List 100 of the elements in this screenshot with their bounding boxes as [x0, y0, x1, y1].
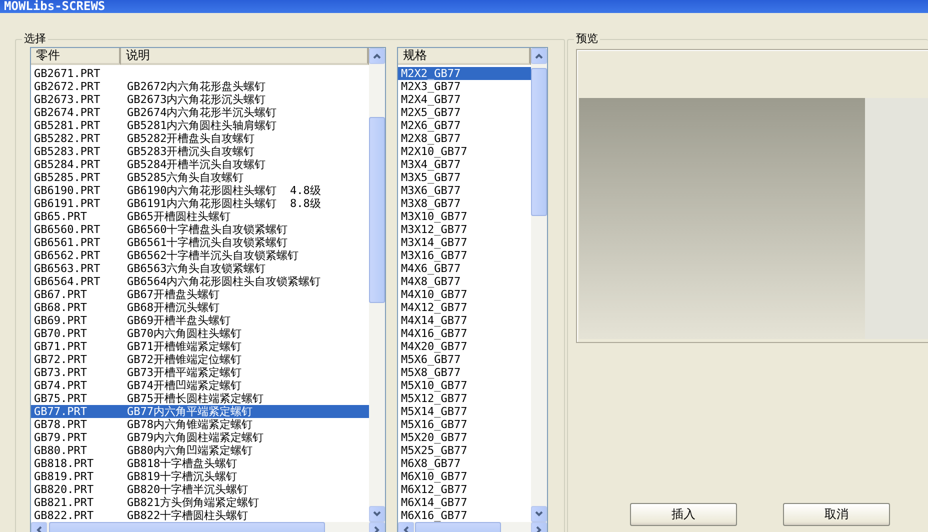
spec-item[interactable]: M3X4_GB77 [398, 158, 531, 171]
table-row[interactable]: GB6563.PRT GB6563六角头自攻锁紧螺钉 [31, 262, 369, 275]
table-row[interactable]: GB6562.PRT GB6562十字槽半沉头自攻锁紧螺钉 [31, 249, 369, 262]
table-row[interactable]: GB71.PRT GB71开槽锥端紧定螺钉 [31, 340, 369, 353]
table-row[interactable]: GB69.PRT GB69开槽半盘头螺钉 [31, 314, 369, 327]
dialog-button[interactable]: 取消 [783, 503, 890, 526]
part-cell-text: GB5281.PRT [34, 119, 102, 132]
spec-item[interactable]: M3X8_GB77 [398, 197, 531, 210]
horizontal-scrollbar[interactable] [398, 522, 547, 532]
spec-item[interactable]: M2X10_GB77 [398, 145, 531, 158]
table-row[interactable]: GB819.PRT GB819十字槽沉头螺钉 [31, 470, 369, 483]
table-row[interactable]: GB70.PRT GB70内六角圆柱头螺钉 [31, 327, 369, 340]
table-row[interactable]: GB5285.PRT GB5285六角头自攻螺钉 [31, 171, 369, 184]
spec-item[interactable]: M4X12_GB77 [398, 301, 531, 314]
spec-item[interactable]: M3X14_GB77 [398, 236, 531, 249]
spec-item[interactable]: M4X16_GB77 [398, 327, 531, 340]
spec-item[interactable]: M5X12_GB77 [398, 392, 531, 405]
spec-item[interactable]: M4X14_GB77 [398, 314, 531, 327]
description-cell: GB6562十字槽半沉头自攻锁紧螺钉 [127, 249, 299, 262]
dialog-button[interactable]: 插入 [630, 503, 737, 526]
spec-item[interactable]: M2X6_GB77 [398, 119, 531, 132]
spec-item[interactable]: M5X8_GB77 [398, 366, 531, 379]
description-cell: GB5282开槽盘头自攻螺钉 [127, 132, 255, 145]
spec-item[interactable]: M6X16_GB77 [398, 509, 531, 522]
spec-item[interactable]: M5X10_GB77 [398, 379, 531, 392]
table-row[interactable]: GB68.PRT GB68开槽沉头螺钉 [31, 301, 369, 314]
description-cell: GB821方头倒角端紧定螺钉 [127, 496, 260, 509]
part-cell-text: GB73.PRT [34, 366, 88, 379]
spec-item[interactable]: M3X12_GB77 [398, 223, 531, 236]
column-header[interactable]: 规格 [398, 48, 531, 65]
horizontal-scrollbar[interactable] [31, 522, 385, 532]
table-row[interactable]: GB67.PRT GB67开槽盘头螺钉 [31, 288, 369, 301]
table-row[interactable]: GB79.PRT GB79内六角圆柱端紧定螺钉 [31, 431, 369, 444]
column-header[interactable]: 零件 [31, 48, 121, 65]
table-row[interactable]: GB65.PRT GB65开槽圆柱头螺钉 [31, 210, 369, 223]
table-row[interactable]: GB5282.PRT GB5282开槽盘头自攻螺钉 [31, 132, 369, 145]
description-cell: GB78内六角锥端紧定螺钉 [127, 418, 252, 431]
spec-item[interactable]: M6X14_GB77 [398, 496, 531, 509]
description-cell: GB822十字槽圆柱头螺钉 [127, 509, 248, 522]
table-row[interactable]: GB2672.PRT GB2672内六角花形盘头螺钉 [31, 80, 369, 93]
vertical-scrollbar[interactable] [369, 48, 385, 522]
table-row[interactable]: GB818.PRT GB818十字槽盘头螺钉 [31, 457, 369, 470]
table-row[interactable]: GB75.PRT GB75开槽长圆柱端紧定螺钉 [31, 392, 369, 405]
table-row[interactable]: GB5284.PRT GB5284开槽半沉头自攻螺钉 [31, 158, 369, 171]
table-row[interactable]: GB821.PRT GB821方头倒角端紧定螺钉 [31, 496, 369, 509]
part-cell-text: GB70.PRT [34, 327, 88, 340]
table-row[interactable]: GB78.PRT GB78内六角锥端紧定螺钉 [31, 418, 369, 431]
table-row[interactable]: GB6564.PRT GB6564内六角花形圆柱头自攻锁紧螺钉 [31, 275, 369, 288]
part-cell-text: GB78.PRT [34, 418, 88, 431]
spec-item[interactable]: M2X3_GB77 [398, 80, 531, 93]
table-row[interactable]: GB2671.PRT [31, 67, 369, 80]
table-row[interactable]: GB5281.PRT GB5281内六角圆柱头轴肩螺钉 [31, 119, 369, 132]
table-row[interactable]: GB5283.PRT GB5283开槽沉头自攻螺钉 [31, 145, 369, 158]
table-row[interactable]: GB80.PRT GB80内六角凹端紧定螺钉 [31, 444, 369, 457]
description-cell: GB75开槽长圆柱端紧定螺钉 [127, 392, 264, 405]
table-row[interactable]: GB74.PRT GB74开槽凹端紧定螺钉 [31, 379, 369, 392]
description-cell: GB5284开槽半沉头自攻螺钉 [127, 158, 266, 171]
table-row[interactable]: GB6190.PRT GB6190内六角花形圆柱头螺钉 4.8级 [31, 184, 369, 197]
spec-item[interactable]: M3X16_GB77 [398, 249, 531, 262]
part-cell-text: GB72.PRT [34, 353, 88, 366]
spec-item[interactable]: M4X6_GB77 [398, 262, 531, 275]
spec-item[interactable]: M6X10_GB77 [398, 470, 531, 483]
part-cell-text: GB80.PRT [34, 444, 88, 457]
vertical-scrollbar[interactable] [531, 48, 547, 522]
spec-item[interactable]: M4X8_GB77 [398, 275, 531, 288]
spec-item[interactable]: M6X8_GB77 [398, 457, 531, 470]
spec-item[interactable]: M2X8_GB77 [398, 132, 531, 145]
table-row[interactable]: GB2673.PRT GB2673内六角花形沉头螺钉 [31, 93, 369, 106]
table-row[interactable]: GB73.PRT GB73开槽平端紧定螺钉 [31, 366, 369, 379]
table-row[interactable]: GB822.PRT GB822十字槽圆柱头螺钉 [31, 509, 369, 522]
spec-item[interactable]: M4X20_GB77 [398, 340, 531, 353]
table-row[interactable]: GB77.PRT GB77内六角平端紧定螺钉 [31, 405, 369, 418]
table-row[interactable]: GB820.PRT GB820十字槽半沉头螺钉 [31, 483, 369, 496]
description-cell: GB71开槽锥端紧定螺钉 [127, 340, 242, 353]
spec-item[interactable]: M3X10_GB77 [398, 210, 531, 223]
column-header[interactable]: 说明 [121, 48, 369, 65]
spec-item[interactable]: M2X2_GB77 [398, 67, 531, 80]
description-cell: GB6561十字槽沉头自攻锁紧螺钉 [127, 236, 288, 249]
spec-item[interactable]: M2X4_GB77 [398, 93, 531, 106]
table-row[interactable]: GB6191.PRT GB6191内六角花形圆柱头螺钉 8.8级 [31, 197, 369, 210]
spec-item[interactable]: M5X25_GB77 [398, 444, 531, 457]
spec-item[interactable]: M3X5_GB77 [398, 171, 531, 184]
description-cell: GB5283开槽沉头自攻螺钉 [127, 145, 255, 158]
part-cell-text: GB819.PRT [34, 470, 95, 483]
spec-item[interactable]: M5X6_GB77 [398, 353, 531, 366]
table-row[interactable]: GB6560.PRT GB6560十字槽盘头自攻锁紧螺钉 [31, 223, 369, 236]
spec-item[interactable]: M4X10_GB77 [398, 288, 531, 301]
spec-item[interactable]: M3X6_GB77 [398, 184, 531, 197]
spec-item[interactable]: M5X20_GB77 [398, 431, 531, 444]
description-cell: GB5285六角头自攻螺钉 [127, 171, 244, 184]
table-row[interactable]: GB72.PRT GB72开槽锥端定位螺钉 [31, 353, 369, 366]
spec-item[interactable]: M5X14_GB77 [398, 405, 531, 418]
table-row[interactable]: GB6561.PRT GB6561十字槽沉头自攻锁紧螺钉 [31, 236, 369, 249]
spec-item[interactable]: M6X12_GB77 [398, 483, 531, 496]
description-cell: GB65开槽圆柱头螺钉 [127, 210, 230, 223]
spec-item[interactable]: M2X5_GB77 [398, 106, 531, 119]
part-cell-text: GB6563.PRT [34, 262, 102, 275]
description-cell: GB6191内六角花形圆柱头螺钉 8.8级 [127, 197, 321, 210]
table-row[interactable]: GB2674.PRT GB2674内六角花形半沉头螺钉 [31, 106, 369, 119]
spec-item[interactable]: M5X16_GB77 [398, 418, 531, 431]
